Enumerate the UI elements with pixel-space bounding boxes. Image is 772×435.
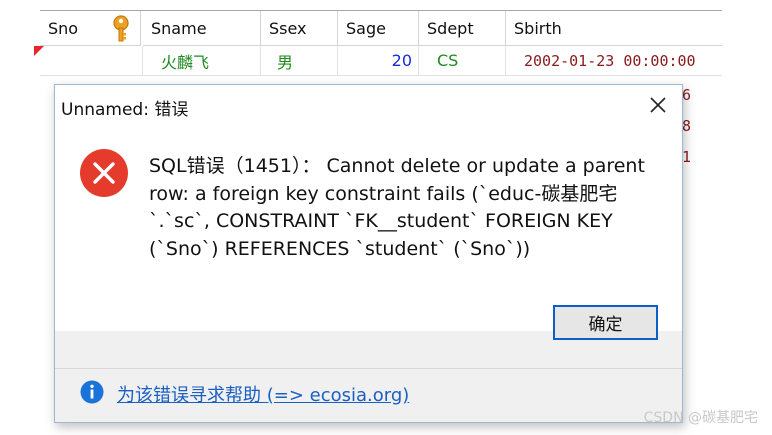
column-header-sage[interactable]: Sage — [338, 11, 419, 46]
error-dialog: Unnamed: 错误 SQL错误（1451）： Cannot delete o… — [54, 84, 683, 423]
key-icon — [113, 15, 129, 42]
dialog-title: Unnamed: 错误 — [61, 100, 189, 120]
help-link[interactable]: 为该错误寻求帮助 (=> ecosia.org) — [117, 381, 409, 407]
watermark: CSDN @碳基肥宅 — [643, 410, 758, 426]
close-button[interactable] — [644, 91, 672, 119]
error-message: SQL错误（1451）： Cannot delete or update a p… — [149, 155, 645, 260]
cell-sdept[interactable]: CS — [419, 46, 506, 76]
info-icon — [80, 380, 104, 404]
cell-sage-text: 20 — [391, 51, 412, 70]
close-icon — [650, 97, 666, 113]
dialog-body: SQL错误（1451）： Cannot delete or update a p… — [55, 125, 682, 331]
column-header-ssex[interactable]: Ssex — [261, 11, 338, 46]
cell-ssex-text: 男 — [277, 52, 294, 72]
cell-sdept-text: CS — [437, 51, 459, 70]
column-header-label: Sdept — [427, 18, 474, 38]
cell-sbirth[interactable]: 2002-01-23 00:00:00 — [506, 46, 722, 76]
dialog-titlebar[interactable]: Unnamed: 错误 — [55, 85, 682, 125]
column-header-label: Sname — [151, 18, 207, 38]
column-header-label: Sbirth — [514, 18, 562, 38]
ok-button[interactable]: 确定 — [553, 305, 658, 340]
column-header-sname[interactable]: Sname — [143, 11, 261, 46]
cell-sno[interactable] — [40, 46, 143, 76]
cell-sage[interactable]: 20 — [338, 46, 419, 76]
column-header-sdept[interactable]: Sdept — [419, 11, 506, 46]
cell-sname[interactable]: 火麟飞 — [143, 46, 261, 76]
cell-sname-text: 火麟飞 — [161, 52, 210, 72]
ok-button-label: 确定 — [588, 315, 623, 335]
cell-sbirth-text: 2002-01-23 00:00:00 — [524, 51, 696, 70]
column-header-label: Ssex — [269, 18, 307, 38]
column-header-sbirth[interactable]: Sbirth — [506, 11, 722, 46]
column-header-label: Sage — [346, 18, 386, 38]
cell-ssex[interactable]: 男 — [261, 46, 338, 76]
error-icon — [80, 149, 128, 197]
column-header-label: Sno — [48, 18, 79, 38]
